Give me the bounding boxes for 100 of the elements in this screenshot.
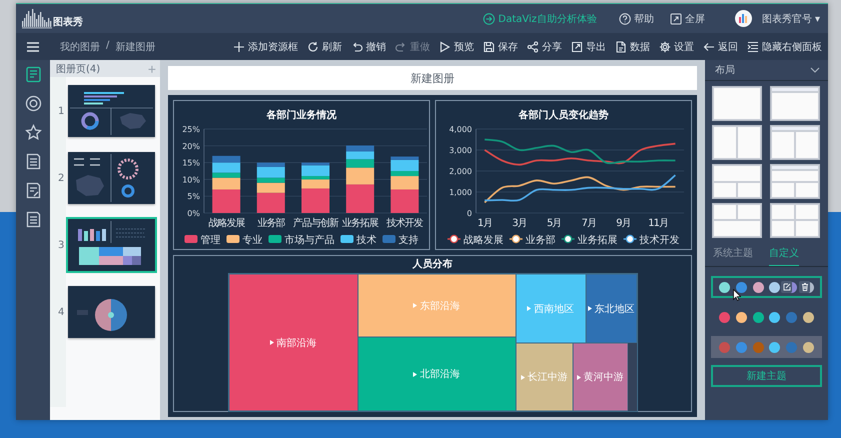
arrow-circle-icon — [483, 12, 496, 24]
dataviz-link[interactable]: DataViz自助分析体验 — [483, 12, 597, 26]
toolbar-button[interactable]: 分享 — [527, 40, 562, 54]
panel-icon — [747, 40, 759, 52]
breadcrumb-current: 新建图册 — [115, 40, 156, 54]
legend-label: 技术开发 — [640, 235, 680, 246]
help-link[interactable]: 帮助 — [618, 12, 654, 26]
page-thumbnail[interactable] — [68, 219, 155, 271]
breadcrumb-link[interactable]: 我的图册 — [60, 40, 100, 54]
fullscreen-link[interactable]: 全屏 — [670, 12, 705, 26]
triangle-icon — [413, 303, 417, 308]
legend-marker — [510, 234, 522, 244]
page-thumbnail[interactable] — [68, 286, 155, 338]
legend-label: 业务部 — [526, 235, 556, 246]
document-icon — [24, 210, 42, 228]
axis-label: 4,000 — [449, 125, 472, 134]
triangle-icon — [588, 306, 592, 311]
legend-label: 专业 — [242, 235, 262, 246]
axis-label: 3,000 — [449, 146, 472, 155]
legend-swatch — [340, 235, 354, 243]
avatar-icon[interactable] — [734, 10, 752, 27]
toolbar-button[interactable]: 数据 — [615, 40, 650, 54]
page-number: 4 — [58, 306, 64, 318]
page-thumbnail[interactable] — [68, 152, 155, 204]
axis-label: 业务部 — [257, 218, 284, 229]
toolbar-button[interactable]: 预览 — [439, 40, 474, 54]
toolbar-button[interactable]: 返回 — [703, 40, 738, 54]
axis-label: 15% — [182, 158, 200, 168]
legend-marker — [448, 234, 460, 244]
chevron-down-icon[interactable] — [810, 67, 820, 73]
gear-icon — [659, 40, 671, 52]
sidebar-button[interactable] — [24, 65, 42, 83]
axis-label: 0 — [466, 209, 472, 218]
sidebar-button[interactable] — [24, 152, 42, 170]
axis-label: 2,000 — [449, 167, 472, 176]
legend-label: 市场与产品 — [284, 235, 334, 246]
axis-label: 5% — [187, 192, 200, 202]
axis-label: 技术开发 — [386, 218, 423, 229]
triangle-icon — [527, 306, 531, 311]
axis-label: 1,000 — [449, 188, 472, 197]
axis-label: 11月 — [648, 218, 668, 229]
legend-swatch — [184, 235, 198, 243]
star-icon — [24, 124, 42, 140]
axis-label: 9月 — [616, 218, 631, 229]
axis-label: 战略发展 — [208, 218, 244, 229]
sidebar-button[interactable] — [24, 123, 42, 141]
toolbar-button[interactable]: 导出 — [571, 40, 606, 54]
axis-label: 3月 — [512, 218, 527, 229]
edit-icon — [782, 283, 790, 291]
trash-icon — [800, 283, 808, 291]
tile-label: 黄河中游 — [584, 370, 624, 384]
toolbar-button[interactable]: 保存 — [483, 40, 518, 54]
sidebar-button[interactable] — [24, 210, 42, 228]
tile-label: 北部沿海 — [420, 368, 460, 381]
toolbar-button[interactable]: 隐藏右侧面板 — [747, 40, 822, 54]
document-edit-icon — [24, 182, 42, 198]
legend-label: 管理 — [200, 235, 220, 246]
delete-button[interactable] — [799, 281, 810, 293]
tile-label: 东北地区 — [594, 302, 634, 316]
tile-label: 长江中游 — [528, 370, 568, 384]
toolbar-button[interactable]: 添加资源框 — [233, 40, 298, 54]
legend-marker — [562, 234, 574, 244]
tile-label: 东部沿海 — [420, 300, 460, 312]
toolbar-button[interactable]: 设置 — [659, 40, 694, 54]
menu-icon — [27, 42, 39, 52]
legend-swatch — [268, 235, 282, 243]
toolbar-button[interactable]: 刷新 — [307, 40, 342, 54]
theme-option[interactable] — [711, 336, 822, 358]
theme-option[interactable] — [711, 276, 822, 298]
sidebar-button[interactable] — [24, 94, 42, 112]
page-number: 3 — [58, 240, 64, 250]
page-thumbnail[interactable] — [68, 85, 155, 137]
new-theme-button[interactable]: 新建主题 — [711, 365, 822, 387]
treemap-tile[interactable]: 东北地区 — [586, 274, 636, 343]
axis-label: 1月 — [477, 218, 492, 229]
legend-swatch — [382, 235, 396, 243]
axis-label: 产品与创新 — [293, 218, 338, 229]
theme-tab[interactable]: 自定义 — [769, 246, 799, 266]
legend-label: 战略发展 — [464, 235, 504, 246]
axis-label: 25% — [182, 125, 200, 134]
toolbar-button[interactable]: 撤销 — [351, 40, 386, 54]
edit-button[interactable] — [781, 281, 792, 293]
user-menu[interactable]: 图表秀官号 ▾ — [762, 12, 820, 26]
undo-icon — [351, 40, 363, 52]
tile-label: 南部沿海 — [276, 336, 316, 350]
legend-swatch — [226, 235, 240, 243]
treemap-tile[interactable]: 南部沿海 — [228, 274, 358, 411]
legend-label: 技术 — [356, 235, 376, 246]
axis-label: 7月 — [581, 218, 596, 229]
document-icon — [615, 40, 627, 52]
album-title: 新建图册 — [168, 66, 697, 90]
panel-title: 图册页(4) — [56, 62, 100, 76]
sidebar-button[interactable] — [24, 181, 42, 199]
panel-title: 布局 — [715, 64, 735, 77]
axis-label: 5月 — [546, 218, 562, 229]
legend-label: 业务拓展 — [578, 235, 618, 246]
refresh-icon — [307, 40, 319, 52]
page-number: 2 — [58, 172, 64, 184]
export-icon — [571, 40, 583, 52]
axis-label: 0% — [187, 209, 200, 218]
